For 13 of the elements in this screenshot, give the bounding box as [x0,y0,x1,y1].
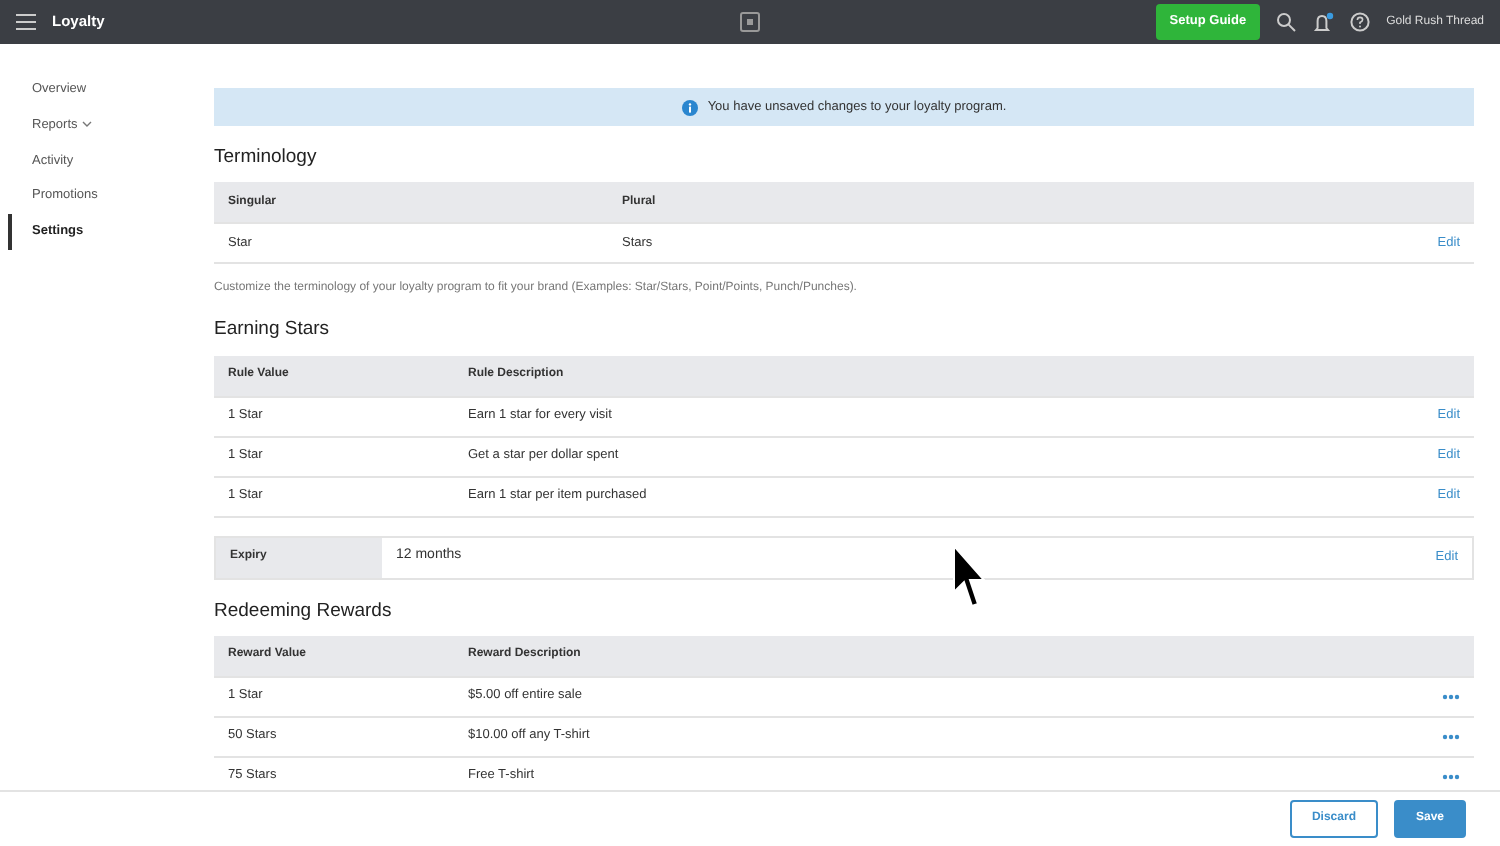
caret-icon[interactable] [81,120,92,129]
app-logo-icon[interactable] [739,12,760,32]
more-options-icon[interactable] [1442,693,1460,700]
section-heading: Earning Stars [214,316,332,345]
info-icon [681,99,698,115]
more-options-icon[interactable] [1442,773,1460,780]
help-icon[interactable] [1350,12,1371,32]
section-heading: Terminology [214,144,319,172]
search-icon[interactable] [1276,12,1297,32]
notification-bell-icon[interactable] [1312,11,1335,33]
menu-icon[interactable] [16,14,36,30]
section-heading: Redeeming Rewards [214,597,394,625]
more-options-icon[interactable] [1442,733,1460,740]
